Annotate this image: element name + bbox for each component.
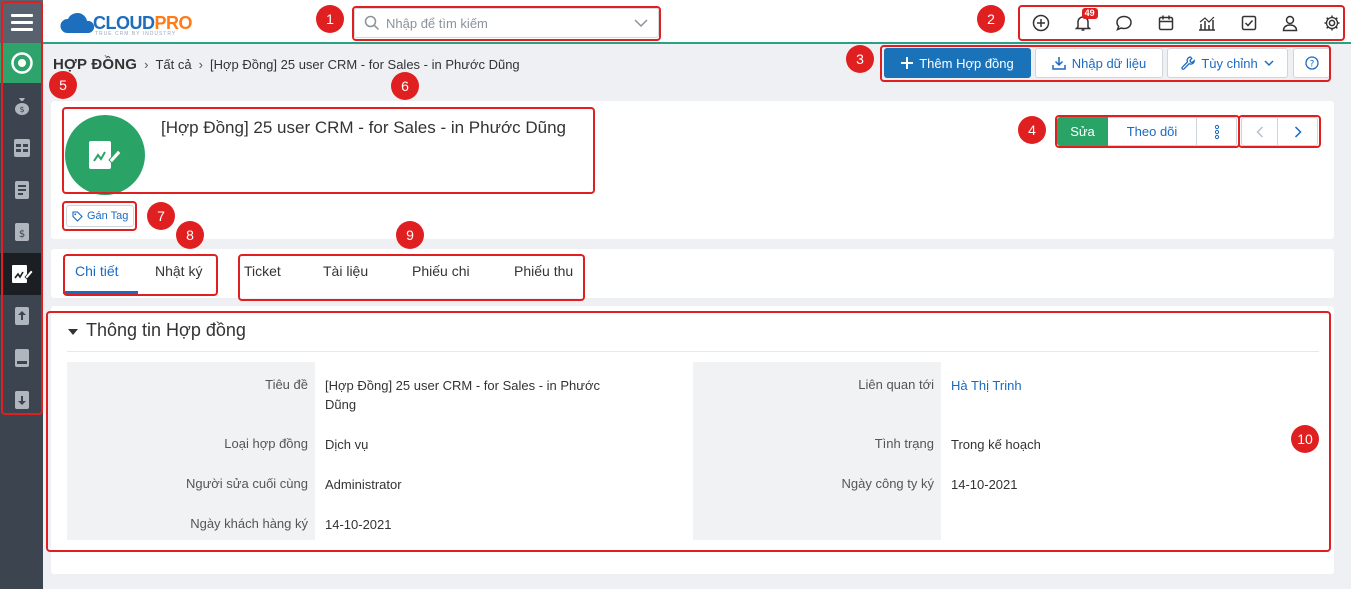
- breadcrumb: HỢP ĐỒNG › Tất cả › [Hợp Đồng] 25 user C…: [53, 56, 520, 73]
- annotation-box-tabs-1: [63, 254, 218, 296]
- annotation-box-toolbar: [880, 45, 1331, 82]
- cloudpro-logo[interactable]: CLOUDPRO TRUE CRM BY INDUSTRY: [59, 9, 193, 37]
- breadcrumb-record: [Hợp Đồng] 25 user CRM - for Sales - in …: [209, 57, 520, 72]
- annotation-badge-9: 9: [397, 222, 423, 248]
- logo-tagline: TRUE CRM BY INDUSTRY: [95, 31, 177, 37]
- annotation-box-tabs-2: [238, 254, 585, 301]
- annotation-badge-2: 2: [978, 6, 1004, 32]
- annotation-box-tag: [62, 201, 137, 231]
- annotation-badge-7: 7: [148, 203, 174, 229]
- annotation-badge-5: 5: [50, 72, 76, 98]
- annotation-box-navigation: [1238, 115, 1321, 148]
- annotation-badge-3: 3: [847, 46, 873, 72]
- annotation-badge-8: 8: [177, 222, 203, 248]
- annotation-badge-6: 6: [392, 73, 418, 99]
- chevron-right-icon: ›: [144, 57, 149, 72]
- annotation-box-actions: [1055, 115, 1240, 148]
- annotation-badge-10: 10: [1292, 426, 1318, 452]
- annotation-box-details: [46, 311, 1331, 552]
- annotation-badge-1: 1: [317, 6, 343, 32]
- annotation-box-top-icons: [1018, 5, 1345, 41]
- breadcrumb-module[interactable]: HỢP ĐỒNG: [53, 56, 137, 73]
- annotation-badge-4: 4: [1019, 117, 1045, 143]
- annotation-box-search: [352, 6, 661, 41]
- breadcrumb-all[interactable]: Tất cả: [155, 57, 191, 72]
- chevron-right-icon: ›: [198, 57, 203, 72]
- annotation-box-record-title: [62, 107, 595, 194]
- annotation-box-sidebar: [1, 1, 43, 415]
